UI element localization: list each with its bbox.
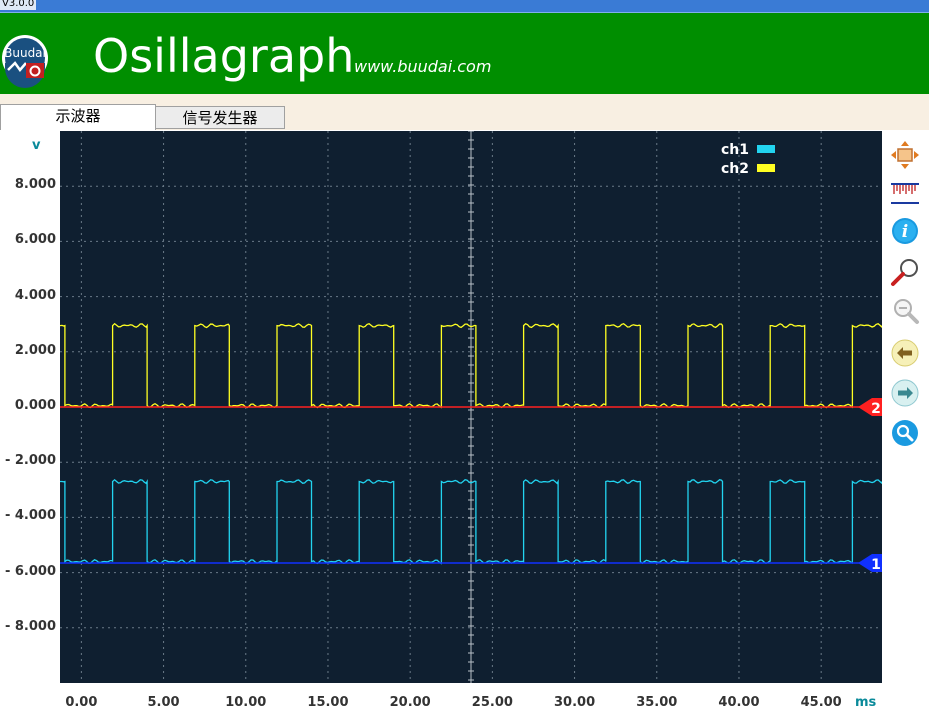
- ruler-icon[interactable]: [890, 178, 920, 208]
- y-tick-label: - 4.000: [4, 508, 56, 524]
- x-tick-label: 0.00: [65, 695, 98, 710]
- y-tick-label: - 6.000: [4, 563, 56, 579]
- title-bar: V3.0.0: [0, 0, 929, 13]
- x-tick-label: 15.00: [307, 695, 349, 710]
- website-url: www.buudai.com: [354, 57, 492, 76]
- x-tick-label: 35.00: [636, 695, 678, 710]
- tab-signal-generator[interactable]: 信号发生器: [155, 106, 285, 129]
- y-tick-label: 6.000: [14, 232, 56, 248]
- y-tick-label: 2.000: [14, 342, 56, 358]
- legend-label-ch1: ch1: [721, 142, 749, 158]
- legend-swatch-ch2: [757, 164, 775, 172]
- x-tick-label: 25.00: [471, 695, 513, 710]
- tab-oscilloscope[interactable]: 示波器: [0, 104, 156, 130]
- search-icon[interactable]: [890, 418, 920, 448]
- arrow-left-icon[interactable]: [890, 338, 920, 368]
- reference-marker-label-2: 2: [871, 401, 881, 417]
- x-tick-label: 40.00: [718, 695, 760, 710]
- info-icon[interactable]: i: [890, 216, 920, 246]
- y-tick-label: 8.000: [14, 177, 56, 193]
- x-tick-label: 10.00: [225, 695, 267, 710]
- oscilloscope-canvas[interactable]: 2 1 ch1 ch2: [59, 130, 883, 683]
- legend-swatch-ch1: [757, 145, 775, 153]
- x-tick-label: 30.00: [554, 695, 596, 710]
- x-axis-unit: ms: [855, 695, 877, 710]
- legend-label-ch2: ch2: [721, 161, 749, 177]
- y-tick-label: 4.000: [14, 287, 56, 303]
- x-tick-label: 45.00: [800, 695, 842, 710]
- move-icon[interactable]: [890, 140, 920, 170]
- y-tick-label: - 8.000: [4, 618, 56, 634]
- logo-text: Buudai: [4, 46, 46, 60]
- x-tick-label: 20.00: [389, 695, 431, 710]
- y-tick-label: - 2.000: [4, 453, 56, 469]
- arrow-right-icon[interactable]: [890, 378, 920, 408]
- app-title: Osillagraph: [93, 29, 355, 83]
- version-label: V3.0.0: [0, 0, 37, 10]
- buudai-logo: Buudai: [2, 35, 48, 88]
- y-tick-label: 0.000: [14, 398, 56, 413]
- zoom-in-icon[interactable]: [890, 257, 920, 287]
- zoom-out-icon[interactable]: [890, 296, 920, 326]
- y-axis-unit: v: [32, 138, 41, 153]
- svg-text:i: i: [902, 222, 908, 242]
- reference-marker-label-1: 1: [871, 557, 881, 573]
- oscilloscope-plot[interactable]: 2 1 ch1 ch2: [59, 130, 883, 683]
- x-tick-label: 5.00: [147, 695, 180, 710]
